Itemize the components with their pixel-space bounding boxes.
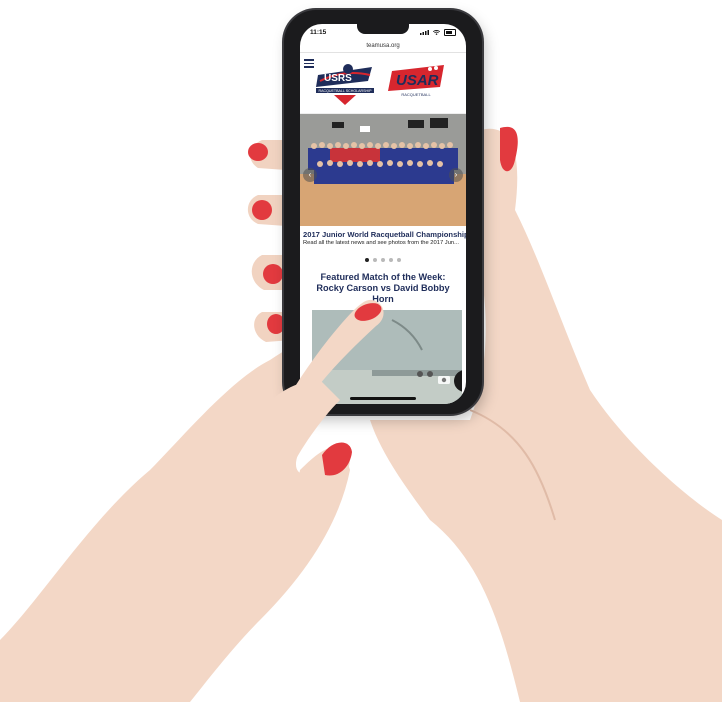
home-indicator[interactable]	[350, 397, 416, 400]
pointing-finger-illustration	[260, 299, 384, 520]
phone-in-hands-scene: 11:15 teamusa.org USRS RACQUETBALL SCHOL…	[0, 0, 722, 702]
phone-notch	[357, 24, 409, 34]
